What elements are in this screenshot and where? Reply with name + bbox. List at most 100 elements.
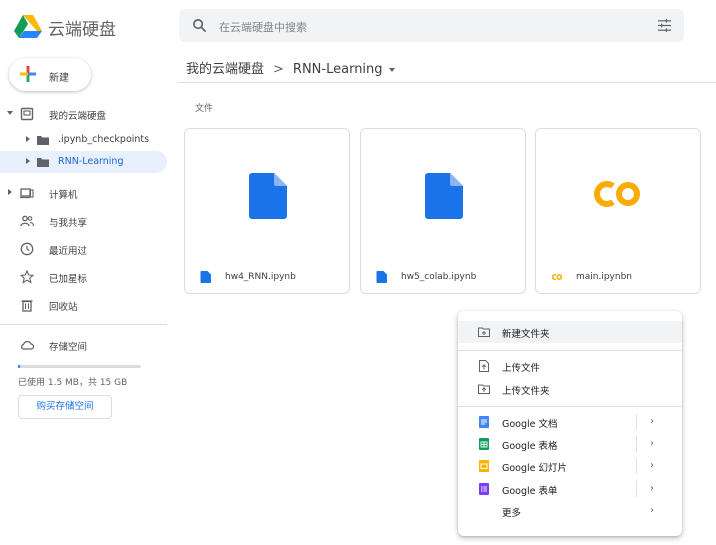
menu-item-label: Google 文档 bbox=[502, 419, 558, 430]
chevron-right-icon[interactable]: › bbox=[650, 416, 654, 427]
sidebar-item-shared[interactable]: 与我共享 bbox=[0, 210, 178, 232]
menu-separator bbox=[636, 481, 637, 497]
menu-item-google-slides[interactable]: Google 幻灯片 › bbox=[458, 455, 682, 477]
menu-item-google-sheets[interactable]: Google 表格 › bbox=[458, 433, 682, 455]
sidebar-item-storage[interactable]: 存储空间 bbox=[0, 334, 178, 356]
menu-item-label: Google 幻灯片 bbox=[502, 463, 568, 474]
file-card[interactable]: hw4_RNN.ipynb bbox=[184, 128, 350, 294]
menu-separator bbox=[636, 436, 637, 452]
sidebar-folder-ipynb-checkpoints[interactable]: .ipynb_checkpoints bbox=[0, 129, 178, 151]
menu-divider bbox=[458, 406, 682, 407]
menu-item-google-docs[interactable]: Google 文档 › bbox=[458, 411, 682, 433]
menu-item-label: 上传文件夹 bbox=[502, 386, 550, 397]
storage-usage-fill bbox=[18, 365, 20, 368]
file-name: hw4_RNN.ipynb bbox=[225, 272, 296, 282]
cloud-icon bbox=[21, 341, 34, 350]
new-folder-icon bbox=[478, 327, 490, 337]
sidebar-item-starred[interactable]: 已加星标 bbox=[0, 266, 178, 288]
file-thumbnail[interactable] bbox=[536, 129, 700, 257]
sidebar-item-my-drive[interactable]: 我的云端硬盘 bbox=[0, 103, 178, 125]
top-bar: 云端硬盘 在云端硬盘中搜索 bbox=[0, 0, 716, 52]
google-forms-icon bbox=[479, 483, 489, 495]
folder-icon bbox=[37, 158, 49, 167]
file-thumbnail[interactable] bbox=[185, 129, 349, 257]
main-divider bbox=[178, 82, 716, 83]
chevron-right-icon[interactable]: › bbox=[650, 483, 654, 494]
sidebar-item-label: 计算机 bbox=[49, 190, 78, 201]
menu-item-label: 上传文件 bbox=[502, 363, 541, 374]
star-icon bbox=[20, 270, 34, 284]
breadcrumb: 我的云端硬盘 > RNN-Learning bbox=[186, 58, 395, 77]
file-card[interactable]: main.ipynbn bbox=[535, 128, 701, 294]
storage-usage-bar bbox=[18, 365, 141, 368]
google-docs-icon bbox=[479, 416, 489, 428]
upload-folder-icon bbox=[478, 384, 490, 394]
sidebar-item-label: 存储空间 bbox=[49, 342, 88, 353]
plus-icon bbox=[20, 66, 36, 82]
menu-item-label: Google 表格 bbox=[502, 441, 558, 452]
menu-item-more[interactable]: 更多 › bbox=[458, 500, 682, 522]
storage-usage-text: 已使用 1.5 MB，共 15 GB bbox=[18, 378, 128, 388]
new-context-menu: 新建文件夹 上传文件 上传文件夹 Google 文档 › Google 表格 ›… bbox=[458, 311, 682, 536]
sidebar-item-label: 已加星标 bbox=[49, 274, 88, 285]
menu-item-upload-folder[interactable]: 上传文件夹 bbox=[458, 378, 682, 400]
file-name: hw5_colab.ipynb bbox=[401, 272, 477, 282]
menu-separator bbox=[636, 458, 637, 474]
chevron-right-icon[interactable]: › bbox=[650, 438, 654, 449]
drive-icon bbox=[20, 107, 34, 121]
menu-item-new-folder[interactable]: 新建文件夹 bbox=[458, 321, 682, 343]
app-title[interactable]: 云端硬盘 bbox=[48, 15, 116, 40]
doc-icon bbox=[200, 271, 211, 283]
sidebar-item-label: 与我共享 bbox=[49, 218, 88, 229]
chevron-down-icon[interactable] bbox=[388, 67, 395, 72]
sidebar-item-computers[interactable]: 计算机 bbox=[0, 182, 178, 204]
search-bar[interactable]: 在云端硬盘中搜索 bbox=[179, 9, 684, 42]
section-label: 文件 bbox=[195, 104, 214, 114]
colab-icon bbox=[594, 181, 640, 207]
search-input[interactable]: 在云端硬盘中搜索 bbox=[219, 19, 307, 35]
menu-item-label: 新建文件夹 bbox=[502, 329, 550, 340]
expand-icon[interactable] bbox=[26, 158, 30, 164]
doc-icon bbox=[249, 173, 287, 219]
menu-item-google-forms[interactable]: Google 表单 › bbox=[458, 478, 682, 500]
chevron-right-icon[interactable]: › bbox=[650, 460, 654, 471]
menu-item-upload-file[interactable]: 上传文件 bbox=[458, 355, 682, 377]
doc-icon bbox=[376, 271, 387, 283]
sidebar-item-label: 最近用过 bbox=[49, 246, 88, 257]
menu-item-label: 更多 bbox=[502, 508, 522, 519]
folder-label: RNN-Learning bbox=[58, 156, 124, 167]
search-options-icon[interactable] bbox=[657, 18, 672, 33]
menu-item-label: Google 表单 bbox=[502, 486, 558, 497]
file-card[interactable]: hw5_colab.ipynb bbox=[360, 128, 526, 294]
sidebar-item-label: 我的云端硬盘 bbox=[49, 111, 107, 122]
upload-file-icon bbox=[479, 360, 489, 372]
file-name: main.ipynbn bbox=[576, 272, 633, 282]
search-icon[interactable] bbox=[192, 18, 207, 33]
trash-icon bbox=[21, 300, 33, 312]
new-button[interactable]: 新建 bbox=[9, 58, 91, 91]
drive-logo-icon[interactable] bbox=[14, 14, 42, 38]
menu-separator bbox=[636, 414, 637, 430]
menu-divider bbox=[458, 350, 682, 351]
folder-label: .ipynb_checkpoints bbox=[58, 134, 150, 145]
people-icon bbox=[20, 215, 34, 227]
folder-icon bbox=[37, 136, 49, 145]
expand-icon[interactable] bbox=[26, 136, 30, 142]
clock-icon bbox=[20, 242, 34, 256]
google-sheets-icon bbox=[479, 438, 489, 450]
sidebar-folder-rnn-learning[interactable]: RNN-Learning bbox=[0, 151, 167, 173]
expand-icon[interactable] bbox=[8, 189, 12, 195]
breadcrumb-root[interactable]: 我的云端硬盘 bbox=[186, 62, 264, 77]
doc-icon bbox=[425, 173, 463, 219]
sidebar-item-trash[interactable]: 回收站 bbox=[0, 294, 178, 316]
file-thumbnail[interactable] bbox=[361, 129, 525, 257]
breadcrumb-separator: > bbox=[273, 62, 284, 77]
expand-icon[interactable] bbox=[7, 111, 13, 115]
breadcrumb-current[interactable]: RNN-Learning bbox=[293, 62, 383, 77]
computer-icon bbox=[20, 188, 34, 199]
buy-storage-button[interactable]: 购买存储空间 bbox=[18, 395, 112, 419]
sidebar-item-recent[interactable]: 最近用过 bbox=[0, 238, 178, 260]
colab-icon bbox=[551, 273, 563, 281]
chevron-right-icon[interactable]: › bbox=[650, 505, 654, 516]
sidebar-divider bbox=[0, 324, 167, 325]
